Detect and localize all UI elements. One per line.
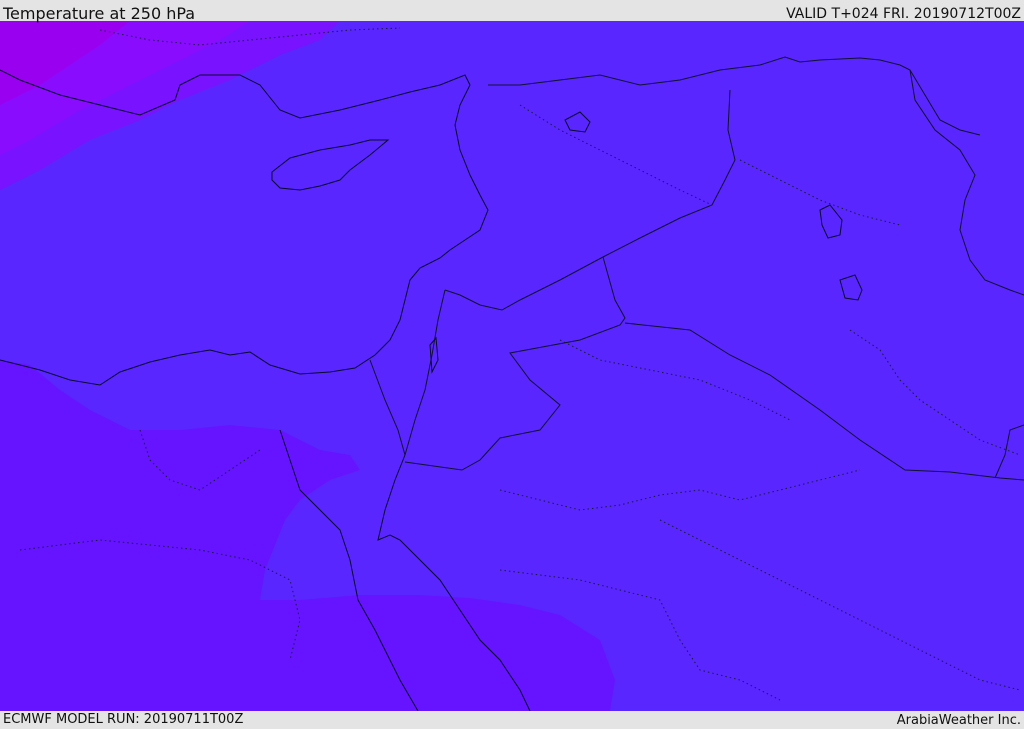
model-run-label: ECMWF MODEL RUN: 20190711T00Z — [3, 712, 244, 727]
valid-time-label: VALID T+024 FRI. 20190712T00Z — [786, 6, 1021, 22]
map-title: Temperature at 250 hPa — [3, 4, 196, 23]
forecast-map-frame: Temperature at 250 hPa VALID T+024 FRI. … — [0, 0, 1024, 729]
map-canvas[interactable] — [0, 21, 1024, 711]
credit-label: ArabiaWeather Inc. — [896, 713, 1021, 728]
